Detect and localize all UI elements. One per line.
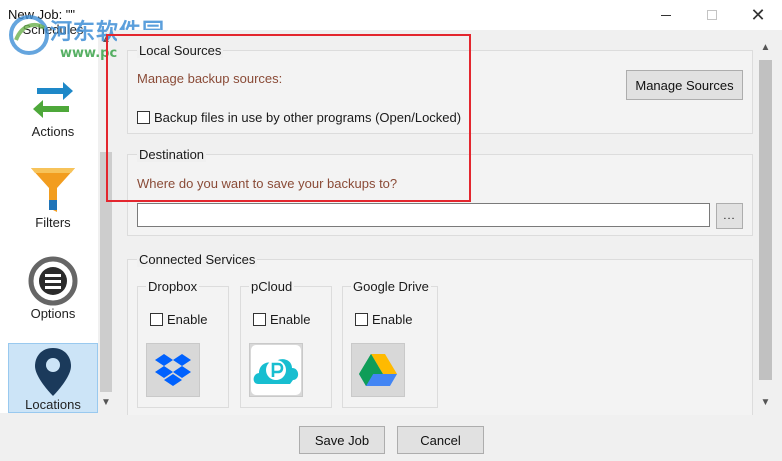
maximize-button[interactable] bbox=[689, 0, 735, 30]
destination-hint: Where do you want to save your backups t… bbox=[137, 176, 398, 191]
local-sources-hint: Manage backup sources: bbox=[137, 71, 283, 86]
destination-title: Destination bbox=[137, 147, 207, 162]
scroll-up-icon[interactable]: ▲ bbox=[98, 34, 114, 50]
scrollbar-thumb[interactable] bbox=[100, 152, 112, 392]
service-name: pCloud bbox=[249, 279, 295, 294]
minimize-icon bbox=[661, 14, 671, 16]
sidebar: Schedules Actions Filters Options Locati… bbox=[0, 22, 114, 413]
browse-button[interactable]: ... bbox=[716, 203, 743, 229]
locked-files-label: Backup files in use by other programs (O… bbox=[154, 110, 462, 125]
local-sources-group: Local Sources Manage backup sources: Bac… bbox=[127, 43, 753, 134]
options-icon bbox=[28, 256, 78, 306]
maximize-icon bbox=[707, 10, 717, 20]
google-drive-enable-row[interactable]: Enable bbox=[355, 312, 412, 327]
locations-panel: Local Sources Manage backup sources: Bac… bbox=[117, 30, 764, 415]
sidebar-item-locations[interactable]: Locations bbox=[8, 343, 98, 413]
minimize-button[interactable] bbox=[643, 0, 689, 30]
sidebar-item-label: Options bbox=[30, 306, 76, 321]
close-button[interactable]: ✕ bbox=[735, 0, 781, 30]
google-drive-logo-button[interactable] bbox=[351, 343, 405, 397]
enable-label: Enable bbox=[270, 312, 311, 327]
dropbox-service: Dropbox Enable bbox=[137, 279, 229, 408]
dropbox-enable-checkbox[interactable] bbox=[150, 313, 163, 326]
dropbox-enable-row[interactable]: Enable bbox=[150, 312, 207, 327]
funnel-icon bbox=[31, 168, 75, 212]
sidebar-item-options[interactable]: Options bbox=[8, 251, 98, 339]
sidebar-item-schedules[interactable]: Schedules bbox=[8, 20, 98, 46]
pcloud-service: pCloud Enable bbox=[240, 279, 332, 408]
main-scrollbar[interactable]: ▲ ▼ bbox=[757, 40, 774, 413]
destination-group: Destination Where do you want to save yo… bbox=[127, 147, 753, 236]
scroll-down-icon[interactable]: ▼ bbox=[98, 397, 114, 413]
sync-arrows-icon bbox=[33, 82, 73, 118]
sidebar-item-filters[interactable]: Filters bbox=[8, 160, 98, 248]
pcloud-enable-checkbox[interactable] bbox=[253, 313, 266, 326]
sidebar-item-label: Schedules bbox=[22, 22, 84, 37]
google-drive-icon bbox=[359, 354, 397, 386]
dropbox-icon bbox=[155, 354, 191, 386]
sidebar-scrollbar[interactable]: ▲ ▼ bbox=[98, 30, 114, 413]
scroll-down-icon[interactable]: ▼ bbox=[757, 397, 774, 413]
map-pin-icon bbox=[35, 348, 71, 396]
pcloud-enable-row[interactable]: Enable bbox=[253, 312, 310, 327]
scrollbar-thumb[interactable] bbox=[759, 60, 772, 380]
title-bar: New Job: "" ✕ bbox=[0, 0, 782, 30]
connected-services-title: Connected Services bbox=[137, 252, 258, 267]
pcloud-logo-button[interactable] bbox=[249, 343, 303, 397]
service-name: Google Drive bbox=[351, 279, 431, 294]
enable-label: Enable bbox=[167, 312, 208, 327]
google-drive-service: Google Drive Enable bbox=[342, 279, 438, 408]
connected-services-group: Connected Services Dropbox Enable pCloud bbox=[127, 252, 753, 415]
dropbox-logo-button[interactable] bbox=[146, 343, 200, 397]
sidebar-item-label: Filters bbox=[35, 215, 71, 230]
destination-path-input[interactable] bbox=[137, 203, 710, 227]
local-sources-title: Local Sources bbox=[137, 43, 224, 58]
save-job-button[interactable]: Save Job bbox=[299, 426, 385, 454]
sidebar-item-actions[interactable]: Actions bbox=[8, 70, 98, 158]
locked-files-checkbox[interactable] bbox=[137, 111, 150, 124]
scroll-up-icon[interactable]: ▲ bbox=[757, 42, 774, 58]
sidebar-item-label: Locations bbox=[25, 397, 81, 412]
manage-sources-button[interactable]: Manage Sources bbox=[626, 70, 743, 100]
locked-files-checkbox-row[interactable]: Backup files in use by other programs (O… bbox=[137, 110, 461, 125]
enable-label: Enable bbox=[372, 312, 413, 327]
pcloud-icon bbox=[251, 345, 301, 395]
cancel-button[interactable]: Cancel bbox=[397, 426, 484, 454]
google-drive-enable-checkbox[interactable] bbox=[355, 313, 368, 326]
close-icon: ✕ bbox=[750, 4, 766, 25]
service-name: Dropbox bbox=[146, 279, 200, 294]
sidebar-item-label: Actions bbox=[31, 124, 75, 139]
